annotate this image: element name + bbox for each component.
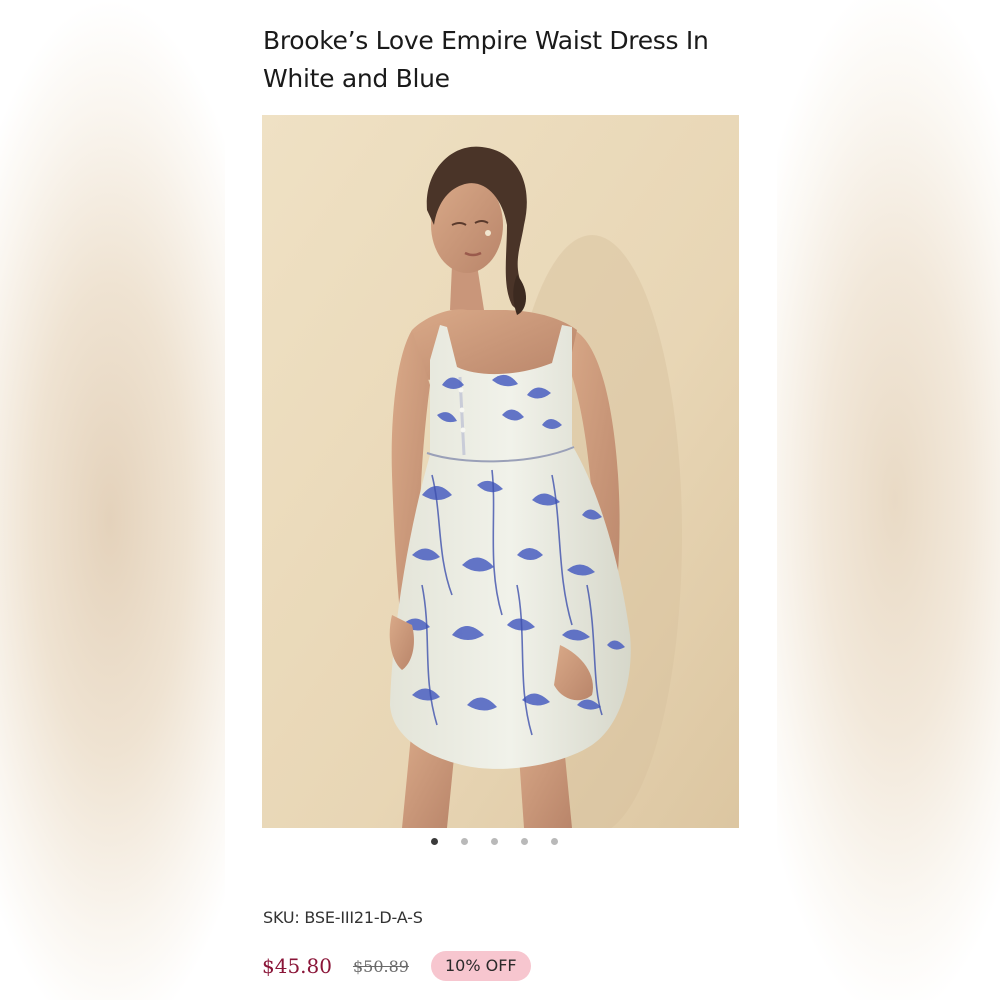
gallery-dot-5[interactable] — [551, 838, 558, 845]
product-title: Brooke’s Love Empire Waist Dress In Whit… — [263, 26, 709, 93]
product-image[interactable] — [262, 115, 739, 828]
price-row: $45.80 $50.89 10% OFF — [262, 950, 531, 982]
discount-badge: 10% OFF — [430, 951, 531, 981]
original-price: $50.89 — [352, 956, 409, 976]
gallery-pagination — [431, 838, 558, 845]
blurred-backdrop-left — [0, 0, 225, 1000]
gallery-dot-4[interactable] — [521, 838, 528, 845]
gallery-dot-2[interactable] — [461, 838, 468, 845]
gallery-dot-3[interactable] — [491, 838, 498, 845]
gallery-dot-1[interactable] — [431, 838, 438, 845]
sale-price: $45.80 — [262, 954, 332, 978]
product-sku: SKU: BSE-III21-D-A-S — [263, 908, 423, 927]
product-card: Brooke’s Love Empire Waist Dress In Whit… — [225, 0, 777, 1000]
blurred-backdrop-right — [775, 0, 1000, 1000]
screen: Brooke’s Love Empire Waist Dress In Whit… — [0, 0, 1000, 1000]
